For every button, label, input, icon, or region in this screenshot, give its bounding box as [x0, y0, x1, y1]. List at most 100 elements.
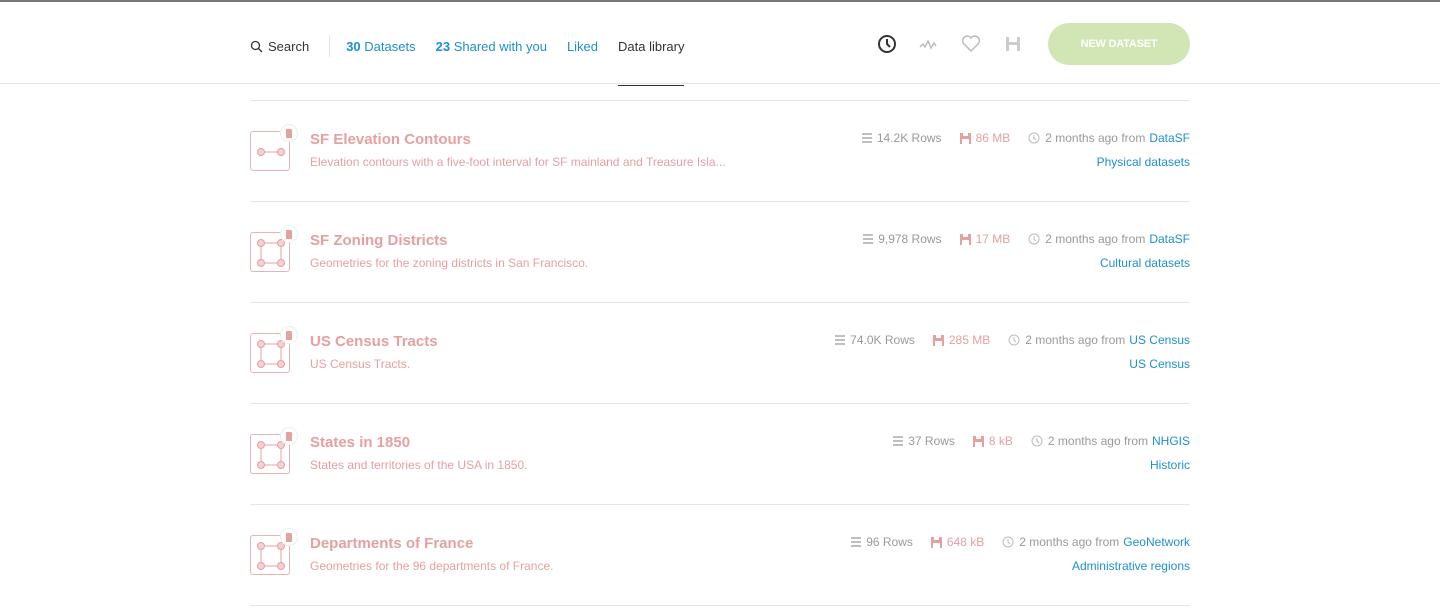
- dataset-geometry-icon: [250, 225, 298, 272]
- size-info: 86 MB: [959, 131, 1011, 145]
- updated-info: 2 months ago from GeoNetwork: [1002, 535, 1190, 549]
- dataset-title[interactable]: States in 1850: [310, 434, 410, 451]
- rows-info: 74.0K Rows: [835, 333, 915, 347]
- category-tag[interactable]: Cultural datasets: [1100, 256, 1190, 270]
- updated-time: 2 months ago: [1047, 434, 1121, 448]
- toolbar: [876, 33, 1024, 55]
- from-label: from: [1123, 434, 1148, 448]
- size-value: 17 MB: [975, 232, 1011, 246]
- category-tag[interactable]: Physical datasets: [1097, 155, 1190, 169]
- dataset-title[interactable]: US Census Tracts: [310, 333, 438, 350]
- size-info: 17 MB: [959, 232, 1011, 246]
- dataset-meta: 37 Rows 8 kB 2 months ago from NHGIS: [875, 434, 1190, 448]
- size-icon: [972, 435, 984, 447]
- dataset-row[interactable]: States in 1850 States and territories of…: [250, 404, 1190, 505]
- updated-time: 2 months ago: [1045, 232, 1118, 246]
- rows-info: 96 Rows: [851, 535, 913, 549]
- category-tag[interactable]: Administrative regions: [1072, 559, 1190, 573]
- activity-icon[interactable]: [918, 33, 940, 55]
- dataset-meta: 96 Rows 648 kB 2 months ago from GeoNetwo…: [833, 535, 1190, 549]
- dataset-meta: 9,978 Rows 17 MB 2 months ago from DataSF: [845, 232, 1190, 246]
- size-info: 285 MB: [932, 333, 991, 347]
- rows-count: 37 Rows: [908, 434, 955, 448]
- rows-count: 74.0K Rows: [850, 333, 915, 347]
- updated-info: 2 months ago from US Census: [1008, 333, 1190, 347]
- search-label: Search: [268, 38, 310, 54]
- dataset-geometry-icon: [250, 528, 298, 575]
- updated-time: 2 months ago: [1025, 333, 1098, 347]
- dataset-meta: 74.0K Rows 285 MB 2 months ago from US Ce…: [817, 333, 1190, 347]
- category-tag[interactable]: Historic: [1150, 458, 1190, 472]
- size-value: 285 MB: [948, 333, 991, 347]
- clock-icon: [1008, 334, 1020, 346]
- rows-count: 9,978 Rows: [878, 232, 942, 246]
- dataset-badge-icon: [280, 225, 298, 243]
- rows-count: 96 Rows: [866, 535, 913, 549]
- dataset-description: Geometries for the zoning districts in S…: [310, 256, 589, 270]
- clock-icon: [1028, 233, 1040, 245]
- dataset-description: States and territories of the USA in 185…: [310, 458, 528, 472]
- shared-count: 23: [435, 38, 451, 54]
- dataset-geometry-icon: [250, 124, 298, 171]
- heart-icon[interactable]: [960, 33, 982, 55]
- updated-info: 2 months ago from NHGIS: [1031, 434, 1190, 448]
- updated-info: 2 months ago from DataSF: [1028, 232, 1190, 246]
- dataset-title[interactable]: SF Elevation Contours: [310, 131, 471, 148]
- source-link[interactable]: DataSF: [1149, 232, 1190, 246]
- source-link[interactable]: GeoNetwork: [1123, 535, 1190, 549]
- clock-icon: [1002, 536, 1014, 548]
- size-icon: [959, 132, 971, 144]
- dataset-geometry-icon: [250, 427, 298, 474]
- search-icon: [250, 40, 263, 52]
- shared-label: Shared with you: [453, 38, 547, 54]
- dataset-description: Elevation contours with a five-foot inte…: [310, 155, 726, 169]
- dataset-geometry-icon: [250, 326, 298, 373]
- source-link[interactable]: US Census: [1129, 333, 1190, 347]
- rows-icon: [835, 335, 846, 345]
- tab-data-library[interactable]: Data library: [618, 39, 685, 86]
- dataset-title[interactable]: SF Zoning Districts: [310, 232, 448, 249]
- size-icon: [932, 334, 944, 346]
- source-link[interactable]: DataSF: [1149, 131, 1190, 145]
- save-icon[interactable]: [1002, 33, 1024, 55]
- dataset-row[interactable]: Departments of France Geometries for the…: [250, 505, 1190, 606]
- rows-icon: [863, 234, 874, 244]
- from-label: from: [1095, 535, 1120, 549]
- dataset-description: Geometries for the 96 departments of Fra…: [310, 559, 554, 573]
- dataset-title[interactable]: Departments of France: [310, 535, 473, 552]
- new-dataset-button[interactable]: NEW DATASET: [1048, 23, 1190, 65]
- tab-shared[interactable]: 23 Shared with you: [436, 39, 547, 54]
- updated-time: 2 months ago: [1019, 535, 1092, 549]
- dataset-badge-icon: [280, 124, 298, 142]
- size-value: 648 kB: [946, 535, 985, 549]
- from-label: from: [1101, 333, 1126, 347]
- dataset-row[interactable]: SF Elevation Contours Elevation contours…: [250, 101, 1190, 202]
- clock-icon: [1028, 132, 1040, 144]
- tab-liked[interactable]: Liked: [567, 39, 598, 54]
- dataset-description: US Census Tracts.: [310, 357, 411, 371]
- datasets-count: 30: [346, 38, 361, 54]
- dataset-list: SF Elevation Contours Elevation contours…: [250, 100, 1190, 606]
- category-tag[interactable]: US Census: [1129, 357, 1190, 371]
- main-nav: Search 30 Datasets 23 Shared with you Li…: [250, 35, 704, 86]
- rows-count: 14.2K Rows: [876, 131, 942, 145]
- dataset-badge-icon: [280, 427, 298, 445]
- clock-icon[interactable]: [876, 33, 898, 55]
- from-label: from: [1121, 131, 1146, 145]
- rows-icon: [851, 537, 862, 547]
- rows-info: 9,978 Rows: [863, 232, 942, 246]
- dataset-badge-icon: [280, 326, 298, 344]
- source-link[interactable]: NHGIS: [1152, 434, 1190, 448]
- dataset-row[interactable]: SF Zoning Districts Geometries for the z…: [250, 202, 1190, 303]
- size-icon: [959, 233, 971, 245]
- search-button[interactable]: Search: [250, 35, 331, 57]
- tab-datasets[interactable]: 30 Datasets: [346, 39, 415, 54]
- updated-time: 2 months ago: [1045, 131, 1118, 145]
- dataset-row[interactable]: US Census Tracts US Census Tracts. 74.0K…: [250, 303, 1190, 404]
- dataset-badge-icon: [280, 528, 298, 546]
- datasets-label: Datasets: [364, 38, 416, 54]
- size-value: 86 MB: [975, 131, 1011, 145]
- size-value: 8 kB: [988, 434, 1013, 448]
- rows-info: 37 Rows: [893, 434, 955, 448]
- from-label: from: [1121, 232, 1146, 246]
